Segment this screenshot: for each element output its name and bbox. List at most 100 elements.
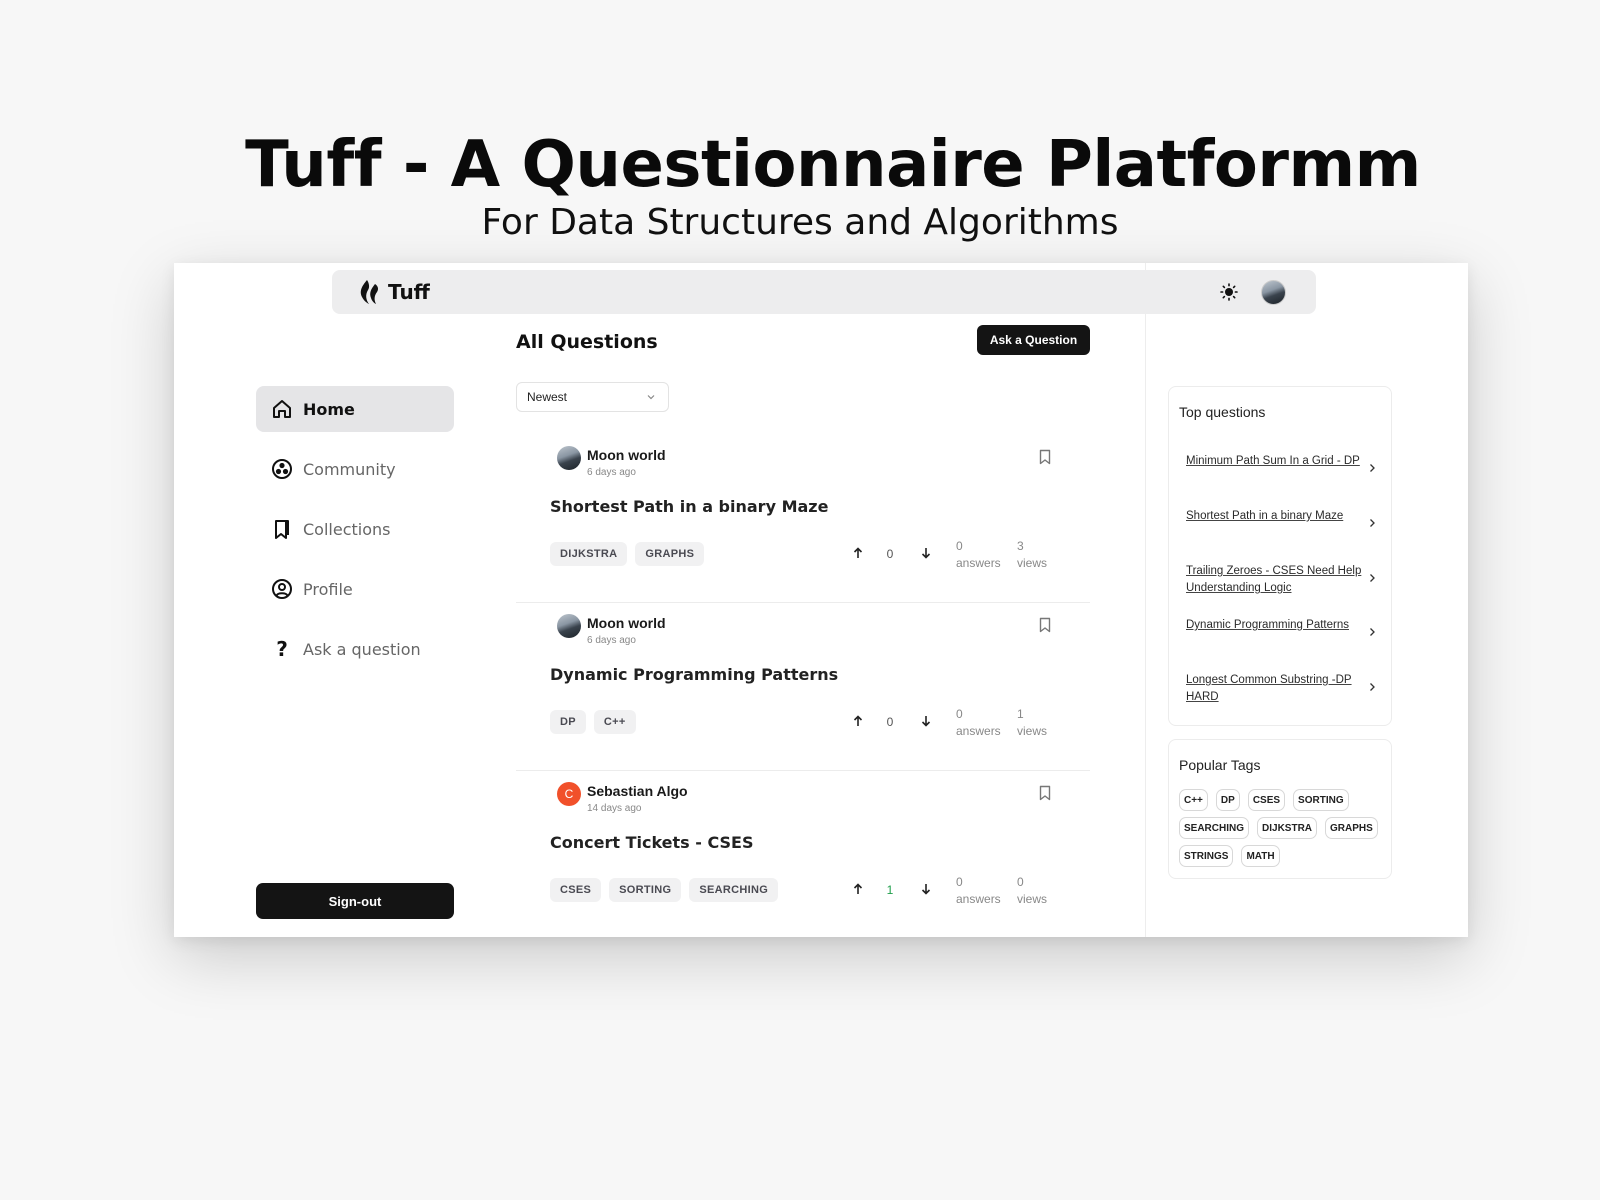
sidebar-item-label: Community [303, 459, 396, 479]
popular-tag[interactable]: STRINGS [1179, 845, 1234, 867]
question-stats: 1 0 answers 0 views [516, 872, 1090, 906]
views-stat: 3 views [1017, 538, 1047, 572]
user-circle-icon [272, 579, 292, 599]
popular-tag[interactable]: C++ [1179, 789, 1208, 811]
sidebar-item-community[interactable]: Community [256, 446, 454, 492]
answers-label: answers [956, 724, 1001, 738]
post-time: 6 days ago [587, 467, 636, 478]
popular-tag[interactable]: SEARCHING [1179, 817, 1250, 839]
hero-title: Tuff - A Questionnaire Platformm [245, 128, 1421, 202]
logo-text: Tuff [388, 280, 430, 304]
chevron-right-icon[interactable] [1368, 682, 1376, 692]
sidebar-item-ask-question[interactable]: ? Ask a question [256, 626, 454, 672]
sun-icon[interactable] [1220, 283, 1238, 301]
sidebar-item-profile[interactable]: Profile [256, 566, 454, 612]
vote-count: 0 [886, 547, 894, 561]
question-card[interactable]: C Sebastian Algo 14 days ago Concert Tic… [516, 771, 1090, 937]
logo[interactable]: Tuff [358, 279, 430, 305]
upvote-arrow-icon[interactable] [852, 715, 864, 727]
question-card[interactable]: Moon world 6 days ago Shortest Path in a… [516, 435, 1090, 603]
user-avatar[interactable] [1261, 280, 1286, 305]
question-title[interactable]: Shortest Path in a binary Maze [550, 497, 828, 516]
vote-count: 1 [886, 883, 894, 897]
home-icon [273, 400, 291, 418]
sort-filter-value: Newest [527, 390, 568, 404]
popular-tag[interactable]: MATH [1241, 845, 1280, 867]
answers-count: 0 [956, 707, 963, 721]
sidebar: Home Community Collections Profile ? Ask… [256, 386, 454, 686]
chevron-right-icon[interactable] [1368, 627, 1376, 637]
question-title[interactable]: Dynamic Programming Patterns [550, 665, 838, 684]
question-list: Moon world 6 days ago Shortest Path in a… [516, 435, 1090, 937]
upvote-arrow-icon[interactable] [852, 883, 864, 895]
sidebar-item-label: Profile [303, 579, 353, 599]
author-name[interactable]: Moon world [587, 615, 666, 631]
answers-label: answers [956, 892, 1001, 906]
vote-count: 0 [886, 715, 894, 729]
popular-tags-card: Popular Tags C++ DP CSES SORTING SEARCHI… [1168, 739, 1392, 879]
popular-tag[interactable]: DP [1215, 789, 1240, 811]
answers-stat: 0 answers [956, 874, 1001, 908]
answers-stat: 0 answers [956, 706, 1001, 740]
question-card[interactable]: Moon world 6 days ago Dynamic Programmin… [516, 603, 1090, 771]
author-name[interactable]: Sebastian Algo [587, 783, 688, 799]
downvote-arrow-icon[interactable] [920, 547, 932, 559]
views-stat: 0 views [1017, 874, 1047, 908]
answers-count: 0 [956, 539, 963, 553]
bookmark-icon [275, 520, 289, 539]
author-avatar[interactable]: C [557, 782, 581, 806]
popular-tag[interactable]: GRAPHS [1325, 817, 1378, 839]
sidebar-item-label: Home [303, 399, 355, 419]
question-icon: ? [276, 638, 288, 660]
question-title[interactable]: Concert Tickets - CSES [550, 833, 753, 852]
top-question-link[interactable]: Minimum Path Sum In a Grid - DP [1186, 453, 1366, 470]
popular-tag[interactable]: CSES [1247, 789, 1286, 811]
sidebar-item-home[interactable]: Home [256, 386, 454, 432]
popular-tag[interactable]: SORTING [1293, 789, 1349, 811]
flame-icon [360, 280, 379, 304]
top-questions-title: Top questions [1179, 404, 1266, 420]
chevron-right-icon[interactable] [1368, 573, 1376, 583]
sidebar-item-label: Ask a question [303, 639, 421, 659]
post-time: 14 days ago [587, 803, 642, 814]
sidebar-item-label: Collections [303, 519, 391, 539]
post-time: 6 days ago [587, 635, 636, 646]
author-name[interactable]: Moon world [587, 447, 666, 463]
chevron-down-icon [647, 395, 655, 400]
question-stats: 0 0 answers 3 views [516, 536, 1090, 570]
downvote-arrow-icon[interactable] [920, 715, 932, 727]
bookmark-icon[interactable] [1038, 785, 1052, 801]
chevron-right-icon[interactable] [1368, 463, 1376, 473]
popular-tag[interactable]: DIJKSTRA [1257, 817, 1318, 839]
sort-filter-select[interactable]: Newest [516, 382, 669, 412]
top-navbar: Tuff [332, 270, 1316, 314]
views-label: views [1017, 556, 1048, 570]
top-question-link[interactable]: Longest Common Substring -DP HARD [1186, 672, 1366, 706]
hero-subtitle: For Data Structures and Algorithms [481, 202, 1119, 243]
ask-question-button[interactable]: Ask a Question [977, 325, 1090, 355]
views-count: 3 [1017, 539, 1024, 553]
author-avatar[interactable] [557, 614, 581, 638]
views-label: views [1017, 724, 1048, 738]
upvote-arrow-icon[interactable] [852, 547, 864, 559]
right-divider [1145, 263, 1146, 937]
popular-tags-list: C++ DP CSES SORTING SEARCHING DIJKSTRA G… [1179, 789, 1379, 867]
views-count: 1 [1017, 707, 1024, 721]
app-window: Tuff Home Community Collections Profile … [174, 263, 1468, 937]
bookmark-icon[interactable] [1038, 617, 1052, 633]
downvote-arrow-icon[interactable] [920, 883, 932, 895]
page-title: All Questions [516, 331, 658, 353]
chevron-right-icon[interactable] [1368, 518, 1376, 528]
views-label: views [1017, 892, 1048, 906]
answers-stat: 0 answers [956, 538, 1001, 572]
bookmark-icon[interactable] [1038, 449, 1052, 465]
top-question-link[interactable]: Trailing Zeroes - CSES Need Help Underst… [1186, 563, 1366, 597]
top-question-link[interactable]: Dynamic Programming Patterns [1186, 617, 1366, 634]
top-question-link[interactable]: Shortest Path in a binary Maze [1186, 508, 1366, 525]
answers-count: 0 [956, 875, 963, 889]
popular-tags-title: Popular Tags [1179, 757, 1261, 773]
sign-out-button[interactable]: Sign-out [256, 883, 454, 919]
author-avatar[interactable] [557, 446, 581, 470]
sidebar-item-collections[interactable]: Collections [256, 506, 454, 552]
views-stat: 1 views [1017, 706, 1047, 740]
